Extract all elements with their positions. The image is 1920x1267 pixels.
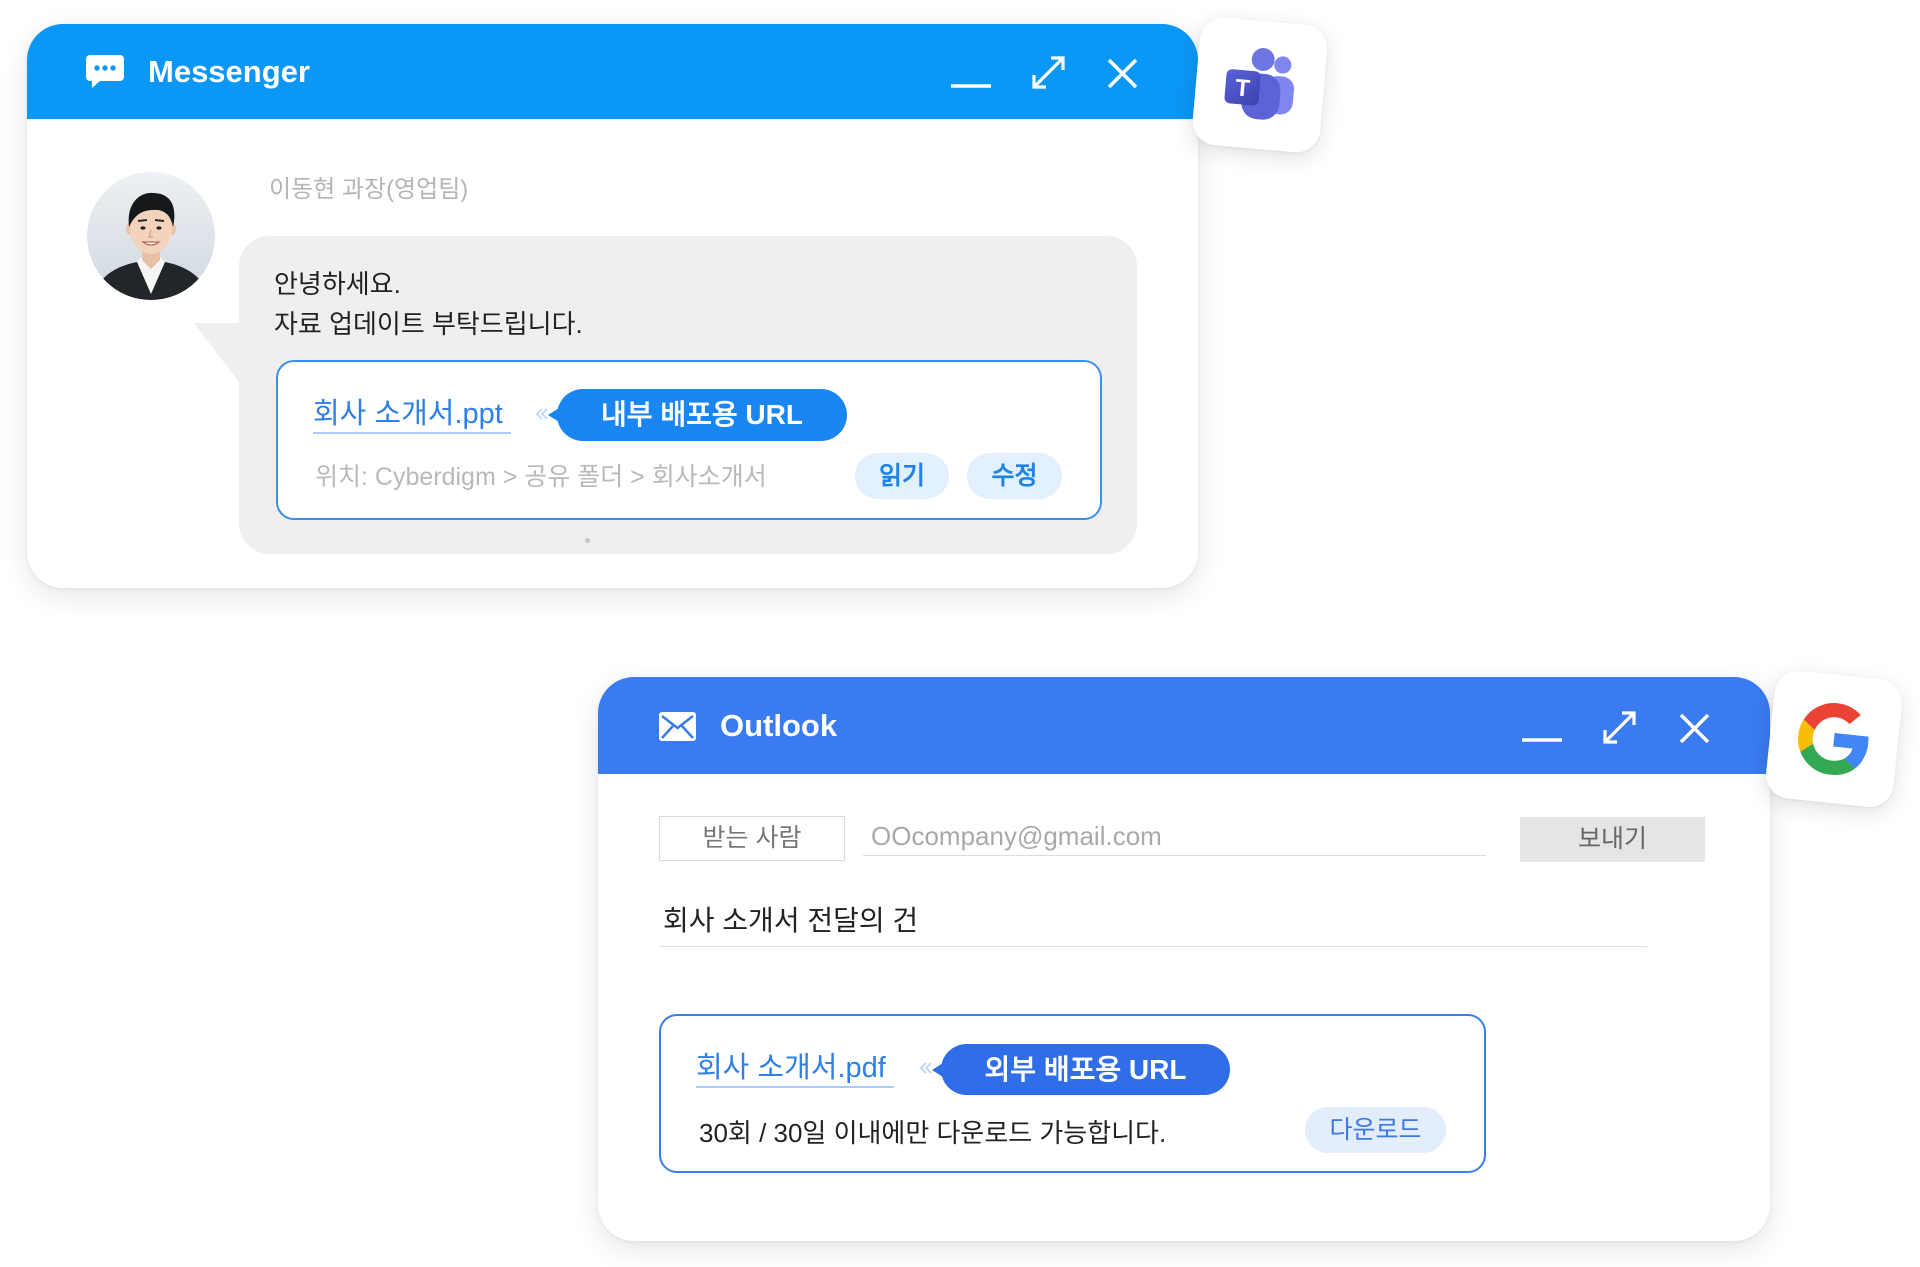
sender-name: 이동현 과장(영업팀): [269, 176, 469, 203]
carousel-dot: [585, 538, 590, 543]
edit-button[interactable]: 수정: [967, 453, 1062, 499]
send-button[interactable]: 보내기: [1520, 817, 1705, 862]
maximize-icon[interactable]: [1602, 710, 1637, 745]
teams-logo-letter: T: [1234, 74, 1251, 102]
window-title: Outlook: [720, 708, 838, 743]
close-cross: [1107, 58, 1138, 89]
attachment-card: 회사 소개서.pdf 외부 배포용 URL 30회 / 30일 이내에만 다운로…: [659, 1014, 1486, 1173]
avatar-photo: [87, 172, 215, 300]
avatar-eye: [140, 226, 146, 230]
chat-bubble-shape: [86, 55, 124, 88]
outlook-window: Outlook 받는 사람 OOcompany@gmail.com 보내기 회사…: [598, 677, 1770, 1241]
read-button[interactable]: 읽기: [855, 453, 949, 499]
message-bubble: 안녕하세요. 자료 업데이트 부탁드립니다. 회사 소개서.ppt 내부 배포용…: [239, 236, 1137, 554]
file-link[interactable]: 회사 소개서.pdf: [696, 1050, 894, 1088]
message-text: 안녕하세요. 자료 업데이트 부탁드립니다.: [274, 264, 583, 344]
subject-value: 회사 소개서 전달의 건: [663, 905, 919, 936]
maximize-arrows: [1603, 711, 1636, 744]
chat-bubble-icon: [86, 55, 124, 88]
external-url-badge: 외부 배포용 URL: [932, 1044, 1230, 1095]
file-link[interactable]: 회사 소개서.ppt: [313, 396, 511, 434]
message-line: 자료 업데이트 부탁드립니다.: [274, 309, 583, 339]
google-app-badge[interactable]: [1763, 668, 1905, 810]
avatar-eye: [156, 226, 162, 230]
chat-dot: [94, 65, 100, 71]
download-button[interactable]: 다운로드: [1305, 1107, 1446, 1153]
chevron-shape: [535, 408, 548, 420]
envelope-icon: [659, 712, 696, 741]
chat-dot: [110, 65, 116, 71]
subject-field[interactable]: 회사 소개서 전달의 건: [659, 897, 1647, 947]
message-line: 안녕하세요.: [274, 269, 401, 299]
teams-front-head: [1251, 48, 1275, 71]
maximize-icon[interactable]: [1031, 55, 1066, 90]
chat-dot: [102, 65, 108, 71]
maximize-arrows: [1032, 56, 1065, 89]
to-button[interactable]: 받는 사람: [659, 816, 845, 861]
minimize-icon[interactable]: [1520, 705, 1564, 745]
file-location: 위치: Cyberdigm > 공유 폴더 > 회사소개서: [315, 463, 767, 491]
google-g-icon: [1798, 703, 1869, 776]
close-icon[interactable]: [1678, 712, 1711, 745]
outlook-title-bar[interactable]: Outlook: [598, 677, 1770, 774]
chevron-shape: [919, 1062, 932, 1074]
recipient-email-field[interactable]: OOcompany@gmail.com: [863, 816, 1486, 856]
attachment-card: 회사 소개서.ppt 내부 배포용 URL 위치: Cyberdigm > 공유…: [276, 360, 1102, 520]
messenger-title-bar[interactable]: Messenger: [27, 24, 1198, 119]
close-icon[interactable]: [1106, 57, 1139, 90]
download-limit-note: 30회 / 30일 이내에만 다운로드 가능합니다.: [699, 1118, 1167, 1148]
close-cross: [1679, 713, 1710, 744]
messenger-window: Messenger 이동현 과장(영업팀) 안녕하세요. 자료 업데이트 부탁드…: [27, 24, 1198, 588]
teams-app-badge[interactable]: T: [1190, 15, 1330, 155]
internal-url-badge: 내부 배포용 URL: [548, 389, 847, 441]
microsoft-teams-icon: T: [1224, 48, 1295, 120]
minimize-icon[interactable]: [949, 52, 993, 92]
avatar[interactable]: [87, 172, 215, 300]
recipient-email-value: OOcompany@gmail.com: [871, 821, 1162, 851]
window-title: Messenger: [148, 54, 310, 89]
teams-back-head: [1274, 56, 1292, 74]
